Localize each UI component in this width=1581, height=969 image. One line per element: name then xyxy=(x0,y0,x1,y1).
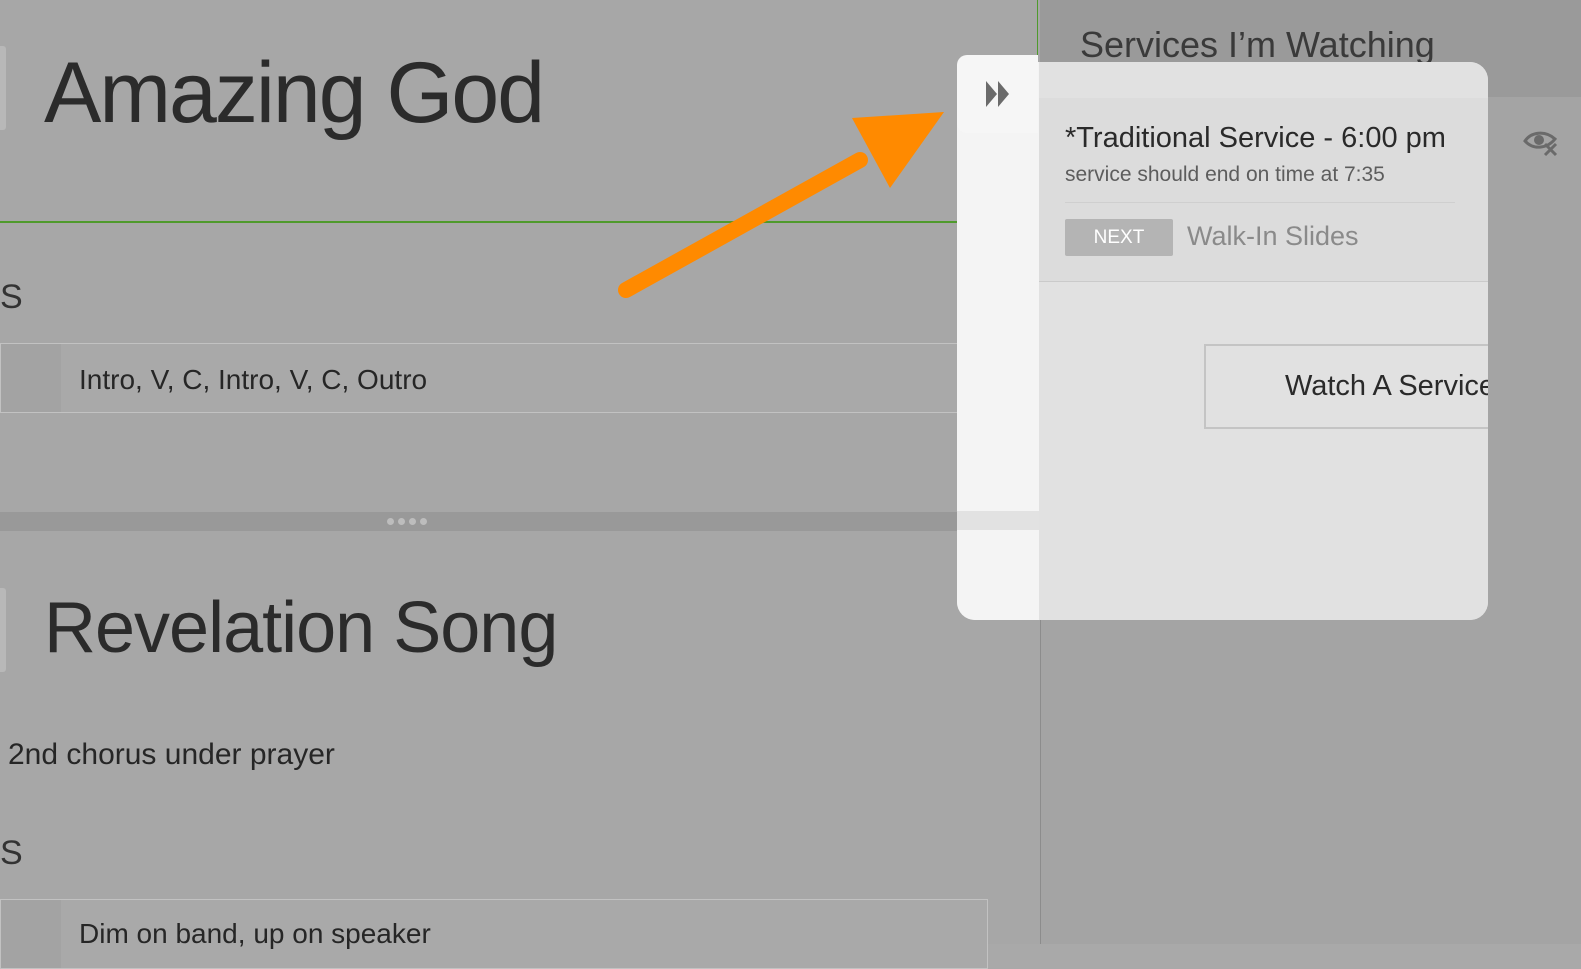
services-popover: *Traditional Service - 6:00 pm service s… xyxy=(957,62,1488,620)
sidebar-title: Services I’m Watching xyxy=(1080,24,1435,65)
watched-service[interactable]: *Traditional Service - 6:00 pm service s… xyxy=(1039,98,1488,282)
sequence-gutter xyxy=(1,900,61,968)
song-drag-handle[interactable] xyxy=(0,46,6,130)
sequence-field[interactable]: Intro, V, C, Intro, V, C, Outro xyxy=(0,343,988,413)
sequence-field[interactable]: Dim on band, up on speaker xyxy=(0,899,988,969)
next-badge: NEXT xyxy=(1065,219,1173,256)
next-item: Walk-In Slides xyxy=(1187,221,1359,251)
sequence-text: Intro, V, C, Intro, V, C, Outro xyxy=(79,364,428,395)
sequence-text: Dim on band, up on speaker xyxy=(79,918,431,949)
annotation-arrow-icon xyxy=(618,112,944,298)
fast-forward-icon xyxy=(985,81,1009,107)
eye-x-icon[interactable] xyxy=(1523,124,1559,160)
collapse-sidebar-button[interactable] xyxy=(957,55,1038,133)
service-status: service should end on time at 7:35 xyxy=(1065,163,1385,186)
sequence-gutter xyxy=(1,344,61,412)
popover-strip xyxy=(957,62,1039,620)
watch-service-button[interactable]: Watch A Service xyxy=(1204,344,1488,429)
song-drag-handle[interactable] xyxy=(0,588,6,672)
song-note: 2nd chorus under prayer xyxy=(8,738,335,771)
song-title: Amazing God xyxy=(44,45,545,141)
section-label: S xyxy=(0,278,23,316)
song-title: Revelation Song xyxy=(44,588,558,668)
service-name: *Traditional Service - 6:00 pm xyxy=(1065,122,1446,154)
popover-content: *Traditional Service - 6:00 pm service s… xyxy=(1039,62,1488,620)
drag-dots-icon xyxy=(387,518,427,525)
popover-divider-band xyxy=(957,511,1039,530)
service-separator xyxy=(1065,202,1455,203)
section-label: S xyxy=(0,834,23,872)
pane-resize-divider[interactable] xyxy=(0,512,1040,531)
